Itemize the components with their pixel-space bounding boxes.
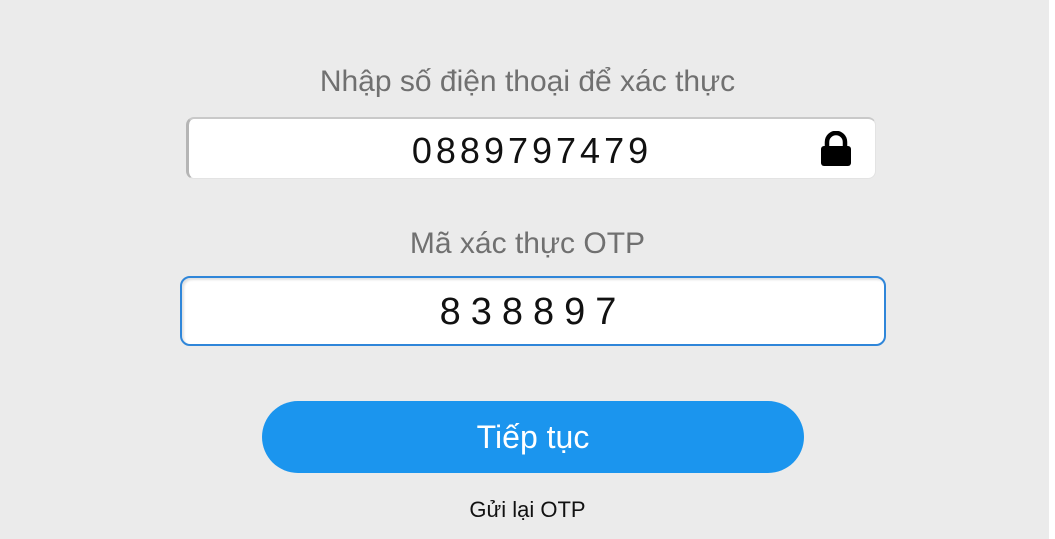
otp-verification-panel: Nhập số điện thoại để xác thực 088979747… [0, 0, 1049, 539]
phone-value: 0889797479 [411, 130, 653, 171]
otp-value[interactable]: 838897 [182, 291, 884, 333]
otp-label: Mã xác thực OTP [409, 227, 646, 260]
otp-input[interactable]: 838897 [180, 276, 886, 346]
continue-button[interactable]: Tiếp tục [262, 401, 804, 473]
phone-field: 0889797479 [186, 117, 876, 179]
resend-otp-link[interactable]: Gửi lại OTP [0, 496, 1055, 524]
phone-label: Nhập số điện thoại để xác thực [319, 65, 736, 98]
lock-icon [818, 130, 854, 167]
